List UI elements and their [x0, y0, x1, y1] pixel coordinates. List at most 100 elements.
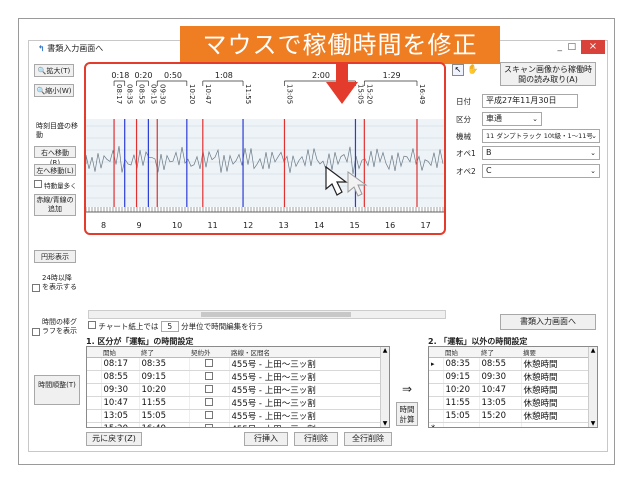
scroll-down-icon[interactable]: ▼	[381, 420, 389, 427]
table-row[interactable]: ▸ 08:35 08:55 休憩時間	[429, 357, 590, 371]
start-cell[interactable]: 08:17	[101, 357, 140, 371]
move-right-button[interactable]: 右へ移動(R)	[34, 146, 76, 167]
close-button[interactable]: ×	[581, 40, 605, 54]
route-cell[interactable]: 455号 - 上田～三ッ割	[229, 357, 382, 371]
contract-checkbox[interactable]	[205, 384, 213, 393]
time-calc-button[interactable]: 時間計算	[396, 402, 418, 426]
end-cell[interactable]: 15:05	[139, 409, 190, 423]
summary-cell[interactable]: 休憩時間	[521, 357, 590, 371]
start-cell[interactable]: 10:20	[443, 383, 480, 397]
insert-row-button[interactable]: 行挿入	[244, 432, 288, 446]
table-row[interactable]: 15:05 15:20 休憩時間	[429, 409, 590, 423]
table-row[interactable]: 15:2016:49 455号 - 上田～三ッ割	[87, 422, 382, 427]
scan-read-button[interactable]: スキャン画像から稼働時間の読み取り(A)	[500, 62, 596, 86]
contract-cell[interactable]	[189, 422, 230, 427]
summary-cell[interactable]: 休憩時間	[521, 409, 590, 423]
vehicle-select[interactable]: 11 ダンプトラック 10t級・1～11号 ⌄	[482, 129, 600, 143]
time-sort-button[interactable]: 時間順整(T)	[34, 375, 80, 405]
after-24h-option[interactable]: 24時以降を表示する	[32, 274, 78, 292]
driving-time-table[interactable]: 開始 終了 契約外 路線・区間名 08:17 08:35 455号 - 上田～三ッ割…	[86, 346, 390, 428]
end-cell[interactable]: 10:20	[139, 383, 190, 397]
zoom-in-button[interactable]: 🔍拡大(T)	[34, 64, 74, 77]
summary-cell[interactable]: 休憩時間	[521, 370, 590, 384]
summary-cell[interactable]: 休憩時間	[521, 383, 590, 397]
circle-display-button[interactable]: 円形表示	[34, 250, 76, 263]
contract-cell[interactable]	[189, 396, 230, 410]
fine-move-checkbox[interactable]	[34, 180, 42, 188]
pointer-icon[interactable]: ↖	[452, 64, 464, 76]
route-cell[interactable]: 455号 - 上田～三ッ割	[229, 370, 382, 384]
maximize-button[interactable]: □	[567, 42, 576, 52]
chart-horizontal-scrollbar[interactable]	[88, 310, 446, 319]
scrollbar-thumb[interactable]	[201, 312, 351, 317]
minimize-button[interactable]: _	[558, 42, 563, 52]
contract-cell[interactable]	[189, 357, 230, 371]
route-cell[interactable]: 455号 - 上田～三ッ割	[229, 396, 382, 410]
add-red-blue-button[interactable]: 赤線/青線の追加	[34, 194, 76, 216]
end-cell[interactable]: 10:47	[479, 383, 522, 397]
route-cell[interactable]: 455号 - 上田～三ッ割	[229, 383, 382, 397]
chart-option-checkbox[interactable]	[88, 321, 96, 329]
contract-cell[interactable]	[189, 383, 230, 397]
end-cell[interactable]: 08:35	[139, 357, 190, 371]
end-cell[interactable]: 15:20	[479, 409, 522, 423]
new-row[interactable]: *	[429, 422, 590, 427]
start-cell[interactable]: 09:15	[443, 370, 480, 384]
end-cell[interactable]: 09:15	[139, 370, 190, 384]
table-row[interactable]: 08:17 08:35 455号 - 上田～三ッ割	[87, 357, 382, 371]
start-cell[interactable]: 08:55	[101, 370, 140, 384]
contract-cell[interactable]	[189, 409, 230, 423]
table1-scrollbar[interactable]: ▲ ▼	[380, 347, 389, 427]
to-document-button[interactable]: 書類入力画面へ	[500, 314, 596, 330]
minute-unit-stepper[interactable]: 5	[160, 321, 179, 332]
end-cell[interactable]: 09:30	[479, 370, 522, 384]
operator2-select[interactable]: C ⌄	[482, 164, 600, 178]
after-24h-checkbox[interactable]	[32, 284, 40, 292]
end-cell[interactable]: 16:49	[139, 422, 190, 427]
scroll-down-icon[interactable]: ▼	[589, 420, 597, 427]
fine-move-option[interactable]: 特動量多く	[34, 180, 77, 190]
summary-cell[interactable]: 休憩時間	[521, 396, 590, 410]
move-left-button[interactable]: 左へ移動(L)	[34, 164, 76, 176]
delete-row-button[interactable]: 行削除	[294, 432, 338, 446]
scroll-up-icon[interactable]: ▲	[381, 347, 389, 354]
start-cell[interactable]: 11:55	[443, 396, 480, 410]
contract-checkbox[interactable]	[205, 371, 213, 380]
table-row[interactable]: 09:15 09:30 休憩時間	[429, 370, 590, 384]
route-cell[interactable]: 455号 - 上田～三ッ割	[229, 422, 382, 427]
contract-checkbox[interactable]	[205, 358, 213, 367]
end-cell[interactable]: 13:05	[479, 396, 522, 410]
hand-icon[interactable]: ✋	[467, 64, 479, 76]
start-cell[interactable]: 08:35	[443, 357, 480, 371]
time-graph-checkbox[interactable]	[32, 328, 40, 336]
scroll-up-icon[interactable]: ▲	[589, 347, 597, 354]
operator1-select[interactable]: B ⌄	[482, 146, 600, 160]
end-cell[interactable]: 08:55	[479, 357, 522, 371]
delete-all-rows-button[interactable]: 全行削除	[344, 432, 392, 446]
summary-cell[interactable]	[521, 422, 590, 427]
contract-checkbox[interactable]	[205, 397, 213, 406]
date-field[interactable]: 平成27年11月30日	[482, 94, 578, 108]
table-row[interactable]: 10:20 10:47 休憩時間	[429, 383, 590, 397]
table-row[interactable]: 09:30 10:20 455号 - 上田～三ッ割	[87, 383, 382, 397]
start-cell[interactable]: 09:30	[101, 383, 140, 397]
start-cell[interactable]: 13:05	[101, 409, 140, 423]
start-cell[interactable]: 15:20	[101, 422, 140, 427]
end-cell[interactable]: 11:55	[139, 396, 190, 410]
table-row[interactable]: 08:55 09:15 455号 - 上田～三ッ割	[87, 370, 382, 384]
start-cell[interactable]: 10:47	[101, 396, 140, 410]
table2-scrollbar[interactable]: ▲ ▼	[588, 347, 597, 427]
start-cell[interactable]	[443, 422, 480, 427]
end-cell[interactable]	[479, 422, 522, 427]
contract-checkbox[interactable]	[205, 423, 213, 427]
other-time-table[interactable]: 開始 終了 摘要 ▸ 08:35 08:55 休憩時間 09:15 09:30 休憩時間 10…	[428, 346, 598, 428]
table-row[interactable]: 11:55 13:05 休憩時間	[429, 396, 590, 410]
route-cell[interactable]: 455号 - 上田～三ッ割	[229, 409, 382, 423]
table-row[interactable]: 10:47 11:55 455号 - 上田～三ッ割	[87, 396, 382, 410]
start-cell[interactable]: 15:05	[443, 409, 480, 423]
contract-cell[interactable]	[189, 370, 230, 384]
chart-panel[interactable]: 8 9 10 11 12 13 14 15 16 17 08:17 08:35 08:55 09:15 09…	[84, 62, 446, 235]
time-graph-option[interactable]: 時間の棒グラフを表示	[32, 318, 78, 336]
zoom-out-button[interactable]: 🔍縮小(W)	[34, 84, 74, 97]
contract-checkbox[interactable]	[205, 410, 213, 419]
